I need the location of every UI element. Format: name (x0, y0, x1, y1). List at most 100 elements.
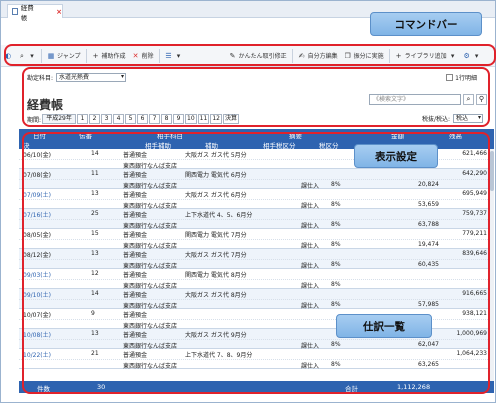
cell-summary: 大阪ガス ガス代 7月分 (185, 252, 247, 259)
row-line-main: 09/03(土) 12 普通預金 関西電力 電気代 8月分 (19, 269, 494, 279)
account-select[interactable]: 水道光熱費 (56, 73, 127, 82)
month-6[interactable]: 6 (137, 114, 149, 124)
app-window: 経費帳 × ◐ ⌕ ▾ ▦ ジャンプ + 補助作成 ✕ 削除 ☰ ▾ ✎ かんたん取引修正 … (0, 0, 496, 403)
table-row[interactable]: 07/08(金) 11 普通預金 関西電力 電気代 6月分 642,290 東西銀行なんば… (19, 169, 494, 190)
settings-button[interactable]: ⚙ ▾ (460, 48, 484, 64)
scroll-thumb[interactable] (490, 151, 494, 191)
month-1[interactable]: 1 (77, 114, 89, 124)
cell-rate: 8% (331, 181, 341, 188)
month-4[interactable]: 4 (113, 114, 125, 124)
total-value: 1,112,268 (397, 383, 431, 391)
cell-slip: 21 (91, 350, 99, 357)
divider (388, 48, 390, 63)
cell-rate: 8% (331, 281, 341, 288)
single-line-toggle[interactable]: 1行明細 (446, 73, 477, 82)
jump-button[interactable]: ▦ ジャンプ (44, 48, 84, 64)
header-amount[interactable]: 金額 (391, 130, 404, 140)
checkbox[interactable] (446, 74, 454, 81)
search-input[interactable]: 《検索文字》 (369, 94, 461, 105)
header-counter[interactable]: 相手科目 (157, 130, 183, 140)
month-2[interactable]: 2 (89, 114, 101, 124)
tab-keihi[interactable]: 経費帳 × (7, 4, 63, 22)
auto-edit-button[interactable]: ✍ 自分方編集 (295, 48, 341, 64)
table-row[interactable]: 07/09(土) 13 普通預金 大阪ガス ガス代 6月分 695,949 東西銀行なんば… (19, 189, 494, 210)
table-row[interactable]: 07/16(土) 25 普通預金 上下水道代 4、5、6月分 759,737 東西銀行なん… (19, 209, 494, 230)
header-summary[interactable]: 摘要 (289, 130, 302, 140)
plus-icon: + (395, 51, 402, 60)
library-button[interactable]: + ライブラリ追加 ▾ (392, 48, 460, 64)
library-label: ライブラリ追加 (404, 53, 447, 60)
cell-summary: 上下水道代 7、8、9月分 (185, 352, 253, 359)
back-button[interactable]: ◐ (1, 48, 15, 64)
table-row[interactable]: 08/05(金) 15 普通預金 関西電力 電気代 7月分 779,211 東西銀行なんば… (19, 229, 494, 250)
edit-icon: ✍ (298, 51, 305, 60)
month-7[interactable]: 7 (149, 114, 161, 124)
new-label: 補助作成 (101, 53, 126, 60)
row-line-sub: 東西銀行なんば支店 課仕入 8% 63,265 (19, 359, 494, 370)
month-10[interactable]: 10 (185, 114, 197, 124)
search-icon[interactable]: ⌕ (463, 94, 474, 105)
tax-mode: 税抜/税込: 税込 (422, 114, 483, 123)
cell-rate: 8% (331, 261, 341, 268)
cell-account: 普通預金 (123, 252, 148, 259)
cell-amount-sub: 63,788 (418, 221, 439, 228)
view-menu-button[interactable]: ☰ ▾ (162, 48, 186, 64)
cell-account: 普通預金 (123, 192, 148, 199)
chevron-down-icon: ▾ (450, 51, 455, 60)
table-row[interactable]: 10/22(土) 21 普通預金 上下水道代 7、8、9月分 1,064,233 東西銀行… (19, 349, 494, 370)
table-row[interactable]: 09/03(土) 12 普通預金 関西電力 電気代 8月分 東西銀行なんば支店 課仕入 8% (19, 269, 494, 290)
month-8[interactable]: 8 (161, 114, 173, 124)
cell-date: 07/16(土) (23, 212, 51, 219)
cell-date: 10/07(金) (23, 312, 51, 319)
tab-title: 経費帳 (20, 3, 34, 22)
chevron-down-icon: ▾ (474, 51, 479, 60)
month-3[interactable]: 3 (101, 114, 113, 124)
page-title: 経費帳 (27, 98, 64, 112)
row-line-main: 07/09(土) 13 普通預金 大阪ガス ガス代 6月分 695,949 (19, 189, 494, 199)
period-year[interactable]: 平成29年 (42, 114, 77, 124)
cell-summary: 大阪ガス ガス代 5月分 (185, 152, 247, 159)
cell-balance: 938,121 (462, 310, 487, 317)
easy-fix-button[interactable]: ✎ かんたん取引修正 (226, 48, 290, 64)
callout-journal-list: 仕訳一覧 (336, 314, 432, 338)
month-5[interactable]: 5 (125, 114, 137, 124)
cell-date: 07/08(金) (23, 172, 51, 179)
cell-slip: 14 (91, 290, 99, 297)
cell-rate: 8% (331, 301, 341, 308)
tax-select[interactable]: 税込 (453, 114, 483, 123)
command-bar: ◐ ⌕ ▾ ▦ ジャンプ + 補助作成 ✕ 削除 ☰ ▾ ✎ かんたん取引修正 ✍ 自分方編集… (1, 45, 495, 67)
row-line-main: 07/16(土) 25 普通預金 上下水道代 4、5、6月分 759,737 (19, 209, 494, 219)
table-row[interactable]: 08/12(金) 13 普通預金 大阪ガス ガス代 7月分 839,646 東西銀行なんば… (19, 249, 494, 270)
cell-slip: 9 (91, 310, 95, 317)
checkbox-label: 1行明細 (455, 75, 477, 82)
header-balance[interactable]: 残高 (449, 130, 462, 140)
cell-balance: 1,064,233 (456, 350, 487, 357)
row-line-sub: 東西銀行なんば支店 課仕入 8% 57,985 (19, 299, 494, 310)
cell-date: 10/08(土) (23, 332, 51, 339)
cell-slip: 12 (91, 270, 99, 277)
month-11[interactable]: 11 (197, 114, 210, 124)
month-12[interactable]: 12 (210, 114, 222, 124)
row-line-sub: 東西銀行なんば支店 課仕入 8% 60,435 (19, 259, 494, 270)
scrollbar[interactable] (488, 149, 494, 381)
filter-icon[interactable]: ⚲ (476, 94, 487, 105)
header-slip[interactable]: 伝番 (79, 130, 92, 140)
cell-summary: 大阪ガス ガス代 8月分 (185, 292, 247, 299)
month-closing[interactable]: 決算 (222, 114, 239, 124)
cell-account: 普通預金 (123, 332, 148, 339)
cell-summary: 関西電力 電気代 6月分 (185, 172, 247, 179)
search-button[interactable]: ⌕ ▾ (15, 48, 39, 64)
cell-date: 09/10(土) (23, 292, 51, 299)
month-9[interactable]: 9 (173, 114, 185, 124)
document-icon (12, 8, 18, 15)
move-button[interactable]: ❐ 振分に実施 (341, 48, 387, 64)
close-icon[interactable]: × (56, 8, 62, 16)
table-row[interactable]: 09/10(土) 14 普通預金 大阪ガス ガス代 8月分 916,665 東西銀行なんば… (19, 289, 494, 310)
new-entry-button[interactable]: + 補助作成 (89, 48, 129, 64)
cell-account: 普通預金 (123, 232, 148, 239)
cell-rate: 8% (331, 361, 341, 368)
cell-rate: 8% (331, 241, 341, 248)
cell-amount-sub: 60,435 (418, 261, 439, 268)
header-date[interactable]: 日付 (33, 130, 46, 140)
delete-button[interactable]: ✕ 削除 (129, 48, 157, 64)
